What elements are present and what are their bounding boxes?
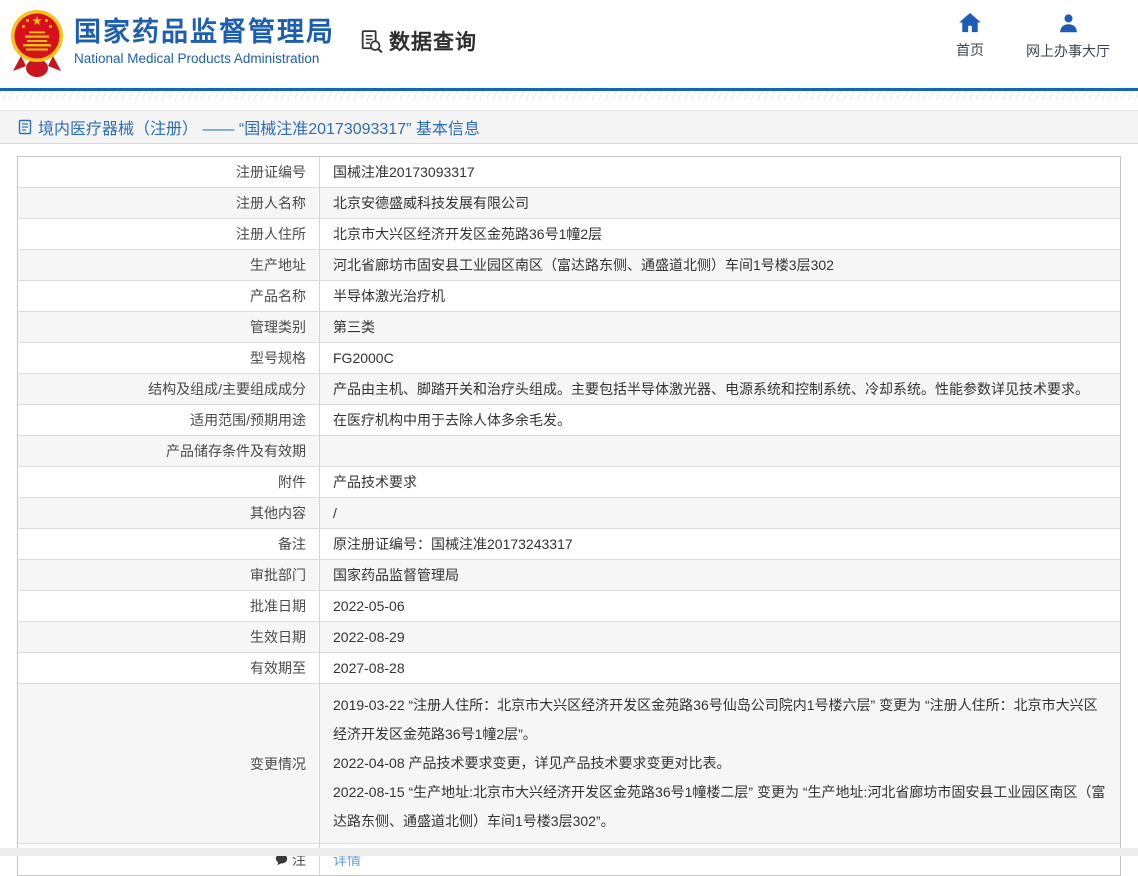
row-value: 河北省廊坊市固安县工业园区南区（富达路东侧、通盛道北侧）车间1号楼3层302 [320,250,1120,280]
document-icon [18,119,32,135]
table-row: 产品储存条件及有效期 [18,436,1120,467]
footer-band [0,848,1138,856]
row-label: 注册人住所 [236,224,306,244]
table-row: 变更情况 2019-03-22 “注册人住所：北京市大兴区经济开发区金苑路36号… [18,684,1120,844]
row-value [320,436,1120,466]
row-label: 变更情况 [250,754,306,774]
row-label: 其他内容 [250,503,306,523]
user-icon [1058,13,1079,34]
brand-subtitle: National Medical Products Administration [74,51,335,66]
table-row: 适用范围/预期用途 在医疗机构中用于去除人体多余毛发。 [18,405,1120,436]
page-title: 境内医疗器械（注册） —— “国械注准20173093317” 基本信息 [38,115,480,139]
row-value: 北京安德盛威科技发展有限公司 [320,188,1120,218]
table-row: 备注 原注册证编号：国械注准20173243317 [18,529,1120,560]
table-row: 附件 产品技术要求 [18,467,1120,498]
row-value: 原注册证编号：国械注准20173243317 [320,529,1120,559]
table-row: 审批部门 国家药品监督管理局 [18,560,1120,591]
row-label: 型号规格 [250,348,306,368]
row-value: 北京市大兴区经济开发区金苑路36号1幢2层 [320,219,1120,249]
data-query-nav[interactable]: 数据查询 [358,26,477,56]
nav-service-hall[interactable]: 网上办事大厅 [1026,13,1110,61]
row-label: 管理类别 [250,317,306,337]
table-row: 产品名称 半导体激光治疗机 [18,281,1120,312]
row-label: 生效日期 [250,627,306,647]
row-label: 注册人名称 [236,193,306,213]
stripe-band [0,91,1138,100]
row-value: 产品技术要求 [320,467,1120,497]
row-label: 结构及组成/主要组成成分 [148,379,306,399]
table-row: 注册证编号 国械注准20173093317 [18,157,1120,188]
row-value: FG2000C [320,343,1120,373]
table-row: 生效日期 2022-08-29 [18,622,1120,653]
nav-service-hall-label: 网上办事大厅 [1026,41,1110,61]
row-label: 审批部门 [250,565,306,585]
data-query-label: 数据查询 [389,26,477,56]
table-row: 结构及组成/主要组成成分 产品由主机、脚踏开关和治疗头组成。主要包括半导体激光器… [18,374,1120,405]
table-row: 管理类别 第三类 [18,312,1120,343]
row-value: / [320,498,1120,528]
row-value: 国家药品监督管理局 [320,560,1120,590]
row-value: 2027-08-28 [320,653,1120,683]
row-value: 2019-03-22 “注册人住所：北京市大兴区经济开发区金苑路36号仙岛公司院… [320,684,1120,843]
table-row: 有效期至 2027-08-28 [18,653,1120,684]
row-value: 第三类 [320,312,1120,342]
nav-home[interactable]: 首页 [956,13,984,61]
row-label: 附件 [278,472,306,492]
table-row: 其他内容 / [18,498,1120,529]
table-row: 生产地址 河北省廊坊市固安县工业园区南区（富达路东侧、通盛道北侧）车间1号楼3层… [18,250,1120,281]
row-label: 注册证编号 [236,162,306,182]
row-value: 国械注准20173093317 [320,157,1120,187]
site-header: 国家药品监督管理局 National Medical Products Admi… [0,0,1138,88]
row-label: 批准日期 [250,596,306,616]
table-row: 批准日期 2022-05-06 [18,591,1120,622]
header-nav: 首页 网上办事大厅 [956,13,1110,61]
row-label: 适用范围/预期用途 [190,410,306,430]
table-row: 注册人住所 北京市大兴区经济开发区金苑路36号1幢2层 [18,219,1120,250]
row-value: 在医疗机构中用于去除人体多余毛发。 [320,405,1120,435]
row-value: 2022-08-29 [320,622,1120,652]
row-label: 产品名称 [250,286,306,306]
row-value: 产品由主机、脚踏开关和治疗头组成。主要包括半导体激光器、电源系统和控制系统、冷却… [320,374,1120,404]
row-value: 半导体激光治疗机 [320,281,1120,311]
brand-block: 国家药品监督管理局 National Medical Products Admi… [74,17,335,66]
national-emblem-icon [10,8,64,80]
home-icon [959,13,981,33]
row-label: 有效期至 [250,658,306,678]
row-label: 产品储存条件及有效期 [166,441,306,461]
table-row: 注册人名称 北京安德盛威科技发展有限公司 [18,188,1120,219]
data-query-icon [358,28,385,55]
page-title-bar: 境内医疗器械（注册） —— “国械注准20173093317” 基本信息 [0,110,1138,144]
nav-home-label: 首页 [956,40,984,60]
row-value: 2022-05-06 [320,591,1120,621]
row-label: 生产地址 [250,255,306,275]
table-row: 型号规格 FG2000C [18,343,1120,374]
brand-title: 国家药品监督管理局 [74,17,335,48]
row-label: 备注 [278,534,306,554]
info-table: 注册证编号 国械注准20173093317 注册人名称 北京安德盛威科技发展有限… [17,156,1121,876]
